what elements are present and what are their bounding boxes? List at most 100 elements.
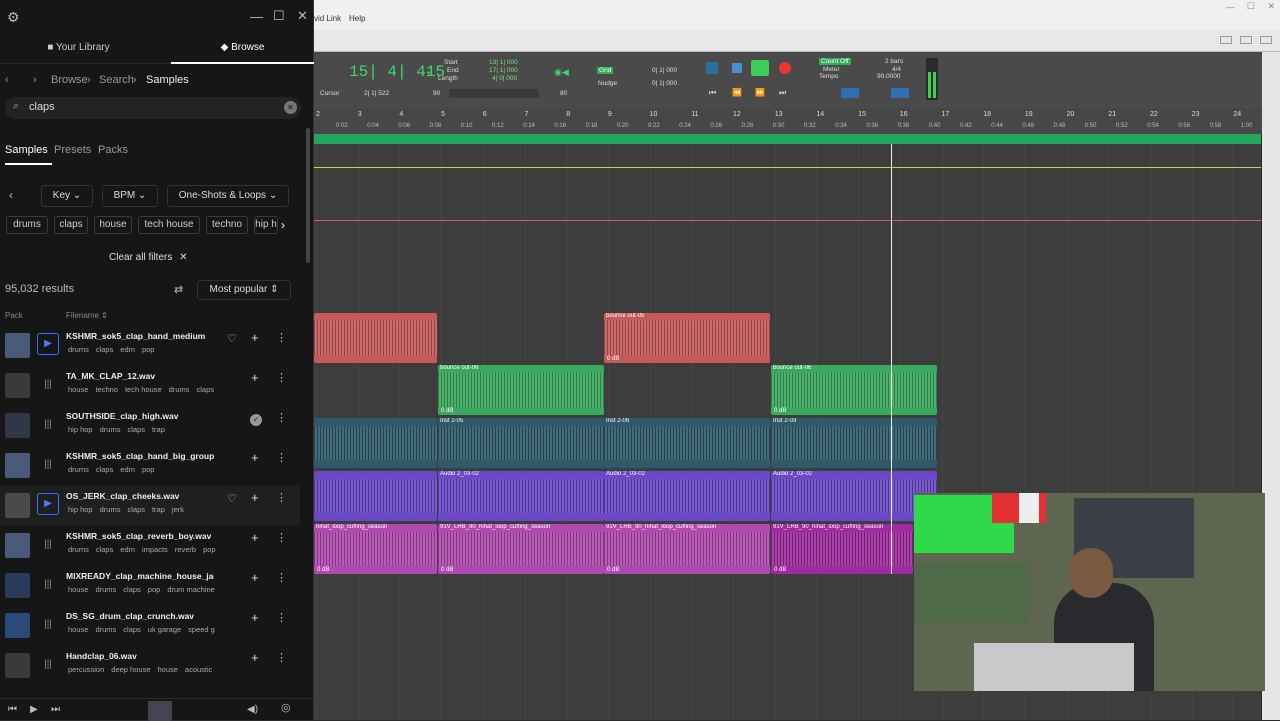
go-to-end-icon[interactable]: ⏭ [779, 88, 786, 98]
daw-maximize-icon[interactable]: ☐ [1247, 1, 1255, 12]
shuffle-icon[interactable]: ⇄ [174, 283, 183, 296]
waveform-icon[interactable]: ||| [40, 419, 56, 433]
sample-tag[interactable]: uk garage [148, 625, 181, 634]
sample-tag[interactable]: jerk [172, 505, 184, 514]
sample-tag[interactable]: hip hop [68, 425, 93, 434]
counter-dropdown-icon[interactable]: ▾ [427, 69, 430, 77]
sample-tag[interactable]: drums [95, 585, 116, 594]
pack-thumbnail[interactable] [5, 613, 30, 638]
rewind-start-icon[interactable]: ⏮ [709, 88, 716, 98]
waveform-icon[interactable]: ||| [40, 619, 56, 633]
oneshots-loops-filter[interactable]: One-Shots & Loops ⌄ [167, 185, 289, 207]
stop-button[interactable] [732, 63, 742, 73]
waveform-icon[interactable]: ||| [40, 659, 56, 673]
clip-bounce[interactable] [314, 313, 437, 363]
waveform-icon[interactable]: ||| [40, 379, 56, 393]
daw-close-icon[interactable]: ✕ [1267, 1, 1275, 12]
rewind-icon[interactable]: ⏪ [732, 88, 742, 97]
more-options-icon[interactable]: ⋮ [276, 491, 287, 504]
sample-tag[interactable]: drums [169, 385, 190, 394]
pack-thumbnail[interactable] [5, 453, 30, 478]
sample-tag[interactable]: claps [123, 585, 141, 594]
play-preview-button[interactable]: ▶ [37, 493, 59, 515]
sample-tag[interactable]: claps [127, 505, 145, 514]
tag-house[interactable]: house [94, 216, 132, 234]
list-item[interactable]: ||| TA_MK_CLAP_12.wav house techno tech hous… [0, 366, 300, 406]
meter-value[interactable]: 4/4 [892, 66, 901, 73]
sample-filename[interactable]: KSHMR_sok5_clap_hand_big_group_gli [66, 451, 214, 461]
sort-dropdown[interactable]: Most popular ⇕ [197, 280, 291, 300]
volume-icon[interactable]: ◀) [247, 704, 258, 715]
pack-thumbnail[interactable] [5, 373, 30, 398]
add-icon[interactable]: + [251, 450, 259, 465]
close-window-icon[interactable]: ✕ [297, 8, 308, 24]
add-icon[interactable]: + [251, 370, 259, 385]
sample-tag[interactable]: pop [142, 345, 155, 354]
end-value[interactable]: 17| 1| 000 [489, 67, 518, 74]
clip-bounce-05[interactable]: bounce out-05 0 dB [604, 313, 770, 363]
add-icon[interactable]: + [251, 490, 259, 505]
menu-help[interactable]: Help [349, 14, 365, 23]
tag-techno[interactable]: techno [206, 216, 248, 234]
list-item[interactable]: ||| Handclap_06.wav percussion deep house ho… [0, 646, 300, 686]
play-icon[interactable]: ▶ [30, 704, 38, 715]
pack-thumbnail[interactable] [5, 333, 30, 358]
more-options-icon[interactable]: ⋮ [276, 371, 287, 384]
sample-tag[interactable]: drums [68, 345, 89, 354]
sample-tag[interactable]: techno [95, 385, 118, 394]
sample-tag[interactable]: drums [100, 505, 121, 514]
clear-filters-button[interactable]: Clear all filters ✕ [109, 252, 188, 263]
clip-audio-2[interactable]: Audio 2_03-02 [604, 471, 770, 521]
sample-tag[interactable]: claps [123, 625, 141, 634]
sample-tag[interactable]: percussion [68, 665, 104, 674]
sample-tag[interactable]: edm [120, 465, 135, 474]
play-button[interactable] [751, 60, 769, 76]
tab-browse[interactable]: ◆ Browse [171, 34, 314, 64]
count-off-button[interactable]: Count Off [819, 58, 851, 65]
sample-tag[interactable]: reverb [175, 545, 196, 554]
back-arrow-icon[interactable]: ‹ [5, 74, 9, 86]
window-control-icon[interactable] [1240, 36, 1252, 44]
sample-filename[interactable]: Handclap_06.wav [66, 651, 214, 661]
key-filter[interactable]: Key ⌄ [41, 185, 93, 207]
sample-tag[interactable]: house [68, 625, 88, 634]
breadcrumb-browse[interactable]: Browse [51, 74, 88, 86]
add-icon[interactable]: + [251, 610, 259, 625]
clear-search-icon[interactable]: ✕ [284, 101, 297, 114]
breadcrumb-search[interactable]: Search [99, 74, 134, 86]
tab-packs[interactable]: Packs [98, 144, 128, 156]
clip-bounce-06[interactable]: bounce out-06 0 dB [771, 365, 937, 415]
settings-gear-icon[interactable]: ⚙ [7, 9, 20, 26]
sample-tag[interactable]: trap [152, 425, 165, 434]
add-icon[interactable]: + [251, 530, 259, 545]
record-button[interactable] [779, 62, 791, 74]
more-options-icon[interactable]: ⋮ [276, 451, 287, 464]
tag-tech-house[interactable]: tech house [138, 216, 200, 234]
clip-hihat-loop[interactable]: hihat_loop_cuffing_season 0 dB [314, 524, 437, 574]
tempo-value[interactable]: 90.0000 [877, 73, 901, 80]
list-item[interactable]: ||| SOUTHSIDE_clap_high.wav hip hop drums cl… [0, 406, 300, 446]
sample-filename[interactable]: KSHMR_sok5_clap_reverb_boy.wav [66, 531, 214, 541]
list-item[interactable]: ||| KSHMR_sok5_clap_reverb_boy.wav drums cl… [0, 526, 300, 566]
clip-inst-2-03[interactable]: Inst 2-03 [771, 418, 937, 468]
add-icon[interactable]: + [251, 570, 259, 585]
list-item[interactable]: ▶ OS_JERK_clap_cheeks.wav hip hop drums clap… [0, 486, 300, 526]
grid-value[interactable]: 0| 1| 000 [652, 67, 677, 74]
play-preview-button[interactable]: ▶ [37, 333, 59, 355]
clip-inst-2-05[interactable]: Inst 2-05 [438, 418, 604, 468]
pack-thumbnail[interactable] [5, 573, 30, 598]
sample-tag[interactable]: tech house [125, 385, 162, 394]
daw-minimize-icon[interactable]: — [1226, 2, 1235, 12]
pack-thumbnail[interactable] [5, 493, 30, 518]
tag-drums[interactable]: drums [6, 216, 48, 234]
sample-tag[interactable]: deep house [111, 665, 150, 674]
tab-your-library[interactable]: ■ Your Library [0, 34, 157, 64]
sample-tag[interactable]: drums [68, 545, 89, 554]
sample-tag[interactable]: drums [95, 625, 116, 634]
sample-tag[interactable]: claps [96, 545, 114, 554]
sample-tag[interactable]: house [68, 385, 88, 394]
list-item[interactable]: ||| DS_SG_drum_clap_crunch.wav house drums c… [0, 606, 300, 646]
waveform-icon[interactable]: ||| [40, 459, 56, 473]
sample-tag[interactable]: edm [120, 345, 135, 354]
sample-filename[interactable]: MIXREADY_clap_machine_house_jacker [66, 571, 214, 581]
